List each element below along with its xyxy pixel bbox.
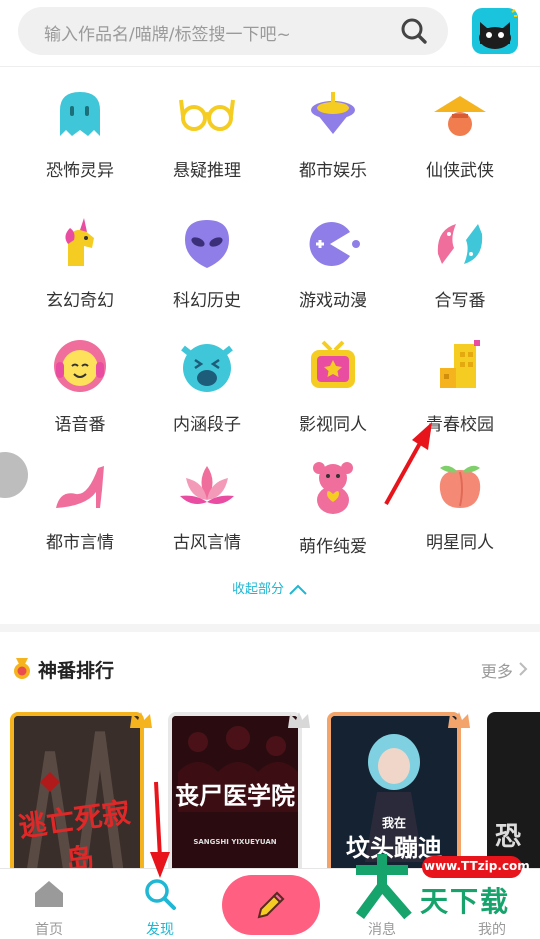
category-scifi[interactable]: 科幻历史 (144, 218, 270, 328)
chevron-up-icon (289, 584, 307, 595)
medal-icon (14, 658, 30, 679)
category-label: 悬疑推理 (173, 161, 241, 181)
fish-icon (437, 224, 483, 264)
category-horror[interactable]: 恐怖灵异 (17, 88, 143, 198)
ranking-header: 神番排行 更多 (0, 646, 540, 690)
unicorn-icon (65, 218, 94, 266)
spinning-top-icon (311, 92, 355, 134)
lotus-icon (180, 466, 234, 504)
category-label: 内涵段子 (173, 415, 241, 435)
home-icon (35, 881, 63, 907)
book-cover-4[interactable]: 恐 (487, 712, 540, 868)
category-audio[interactable]: 语音番 (17, 338, 143, 448)
search-input[interactable]: 输入作品名/喵牌/标签搜一下吧~ (18, 7, 448, 55)
peach-icon (439, 465, 481, 508)
category-urban-romance[interactable]: 都市言情 (17, 460, 143, 570)
collapse-label: 收起部分 (231, 582, 284, 597)
category-celebrity-fanfic[interactable]: 明星同人 (397, 460, 523, 570)
category-co-writing[interactable]: 合写番 (397, 218, 523, 328)
category-fantasy[interactable]: 玄幻奇幻 (17, 218, 143, 328)
category-xianxia[interactable]: 仙侠武侠 (397, 88, 523, 198)
category-pure-love[interactable]: 萌作纯爱 (270, 460, 396, 570)
book-cover-2[interactable]: 丧尸医学院 SANGSHI YIXUEYUAN (168, 712, 302, 868)
ghost-icon (60, 92, 100, 136)
category-label: 古风言情 (173, 533, 241, 553)
category-label: 明星同人 (426, 533, 494, 553)
crown-gold-icon (130, 712, 152, 728)
pencil-icon (257, 891, 285, 919)
category-mystery[interactable]: 悬疑推理 (144, 88, 270, 198)
user-avatar-cat-icon[interactable] (472, 8, 518, 54)
ranking-book-list: 逃亡死寂岛 丧尸医学院 SANGSHI YIXUEYUAN 我在 坟头蹦迪 恐 (0, 708, 540, 868)
category-label: 都市言情 (46, 533, 114, 553)
tab-label: 首页 (35, 922, 63, 938)
teddy-bear-icon (313, 462, 353, 514)
category-label: 游戏动漫 (299, 291, 367, 311)
more-label: 更多 (480, 662, 513, 681)
pacman-icon (309, 222, 360, 266)
book-title: 恐 (495, 822, 522, 852)
category-jokes[interactable]: 内涵段子 (144, 338, 270, 448)
search-icon[interactable] (400, 17, 428, 45)
category-label: 语音番 (54, 415, 106, 435)
category-label: 仙侠武侠 (426, 161, 494, 181)
category-label: 恐怖灵异 (46, 161, 114, 181)
watermark-text: 天下载 (420, 885, 511, 918)
category-campus[interactable]: 青春校园 (397, 338, 523, 448)
section-divider (0, 624, 540, 632)
straw-hat-icon (434, 96, 486, 136)
watermark-url: www.TTzip.com (424, 859, 530, 873)
watermark-logo: www.TTzip.com 天下载 (352, 850, 532, 920)
category-label: 青春校园 (426, 415, 494, 435)
crown-bronze-icon (448, 712, 470, 728)
create-post-button[interactable] (222, 875, 320, 935)
book-title: 丧尸医学院 (175, 782, 295, 810)
more-link[interactable]: 更多 (481, 658, 528, 682)
category-label: 科幻历史 (173, 291, 241, 311)
category-ancient-romance[interactable]: 古风言情 (144, 460, 270, 570)
search-placeholder: 输入作品名/喵牌/标签搜一下吧~ (44, 25, 291, 45)
glasses-icon (179, 99, 235, 131)
tab-home[interactable]: 首页 (4, 869, 94, 938)
category-label: 影视同人 (299, 415, 367, 435)
crown-silver-icon (288, 712, 310, 728)
tab-label: 消息 (368, 922, 396, 938)
book-subtitle: SANGSHI YIXUEYUAN (193, 838, 277, 846)
tv-icon (311, 340, 355, 388)
tab-discover[interactable]: 发现 (115, 869, 205, 938)
category-label: 都市娱乐 (299, 161, 367, 181)
laughing-face-icon (181, 344, 233, 392)
book-cover-1[interactable]: 逃亡死寂岛 (10, 712, 144, 868)
chevron-right-icon (519, 662, 528, 676)
category-game-anime[interactable]: 游戏动漫 (270, 218, 396, 328)
collapse-toggle[interactable]: 收起部分 (0, 578, 540, 597)
category-film-fanfic[interactable]: 影视同人 (270, 338, 396, 448)
headphones-face-icon (54, 340, 106, 392)
search-icon (145, 879, 176, 910)
category-urban[interactable]: 都市娱乐 (270, 88, 396, 198)
category-label: 萌作纯爱 (299, 537, 367, 557)
tab-label: 我的 (478, 922, 506, 938)
ranking-title: 神番排行 (38, 660, 115, 682)
category-label: 合写番 (434, 291, 486, 311)
book-cover-3[interactable]: 我在 坟头蹦迪 (327, 712, 461, 868)
school-building-icon (440, 340, 480, 388)
tab-label: 发现 (146, 922, 174, 938)
alien-icon (185, 220, 229, 268)
category-label: 玄幻奇幻 (46, 291, 114, 311)
top-search-bar: 输入作品名/喵牌/标签搜一下吧~ (0, 0, 540, 67)
high-heel-icon (56, 466, 104, 508)
